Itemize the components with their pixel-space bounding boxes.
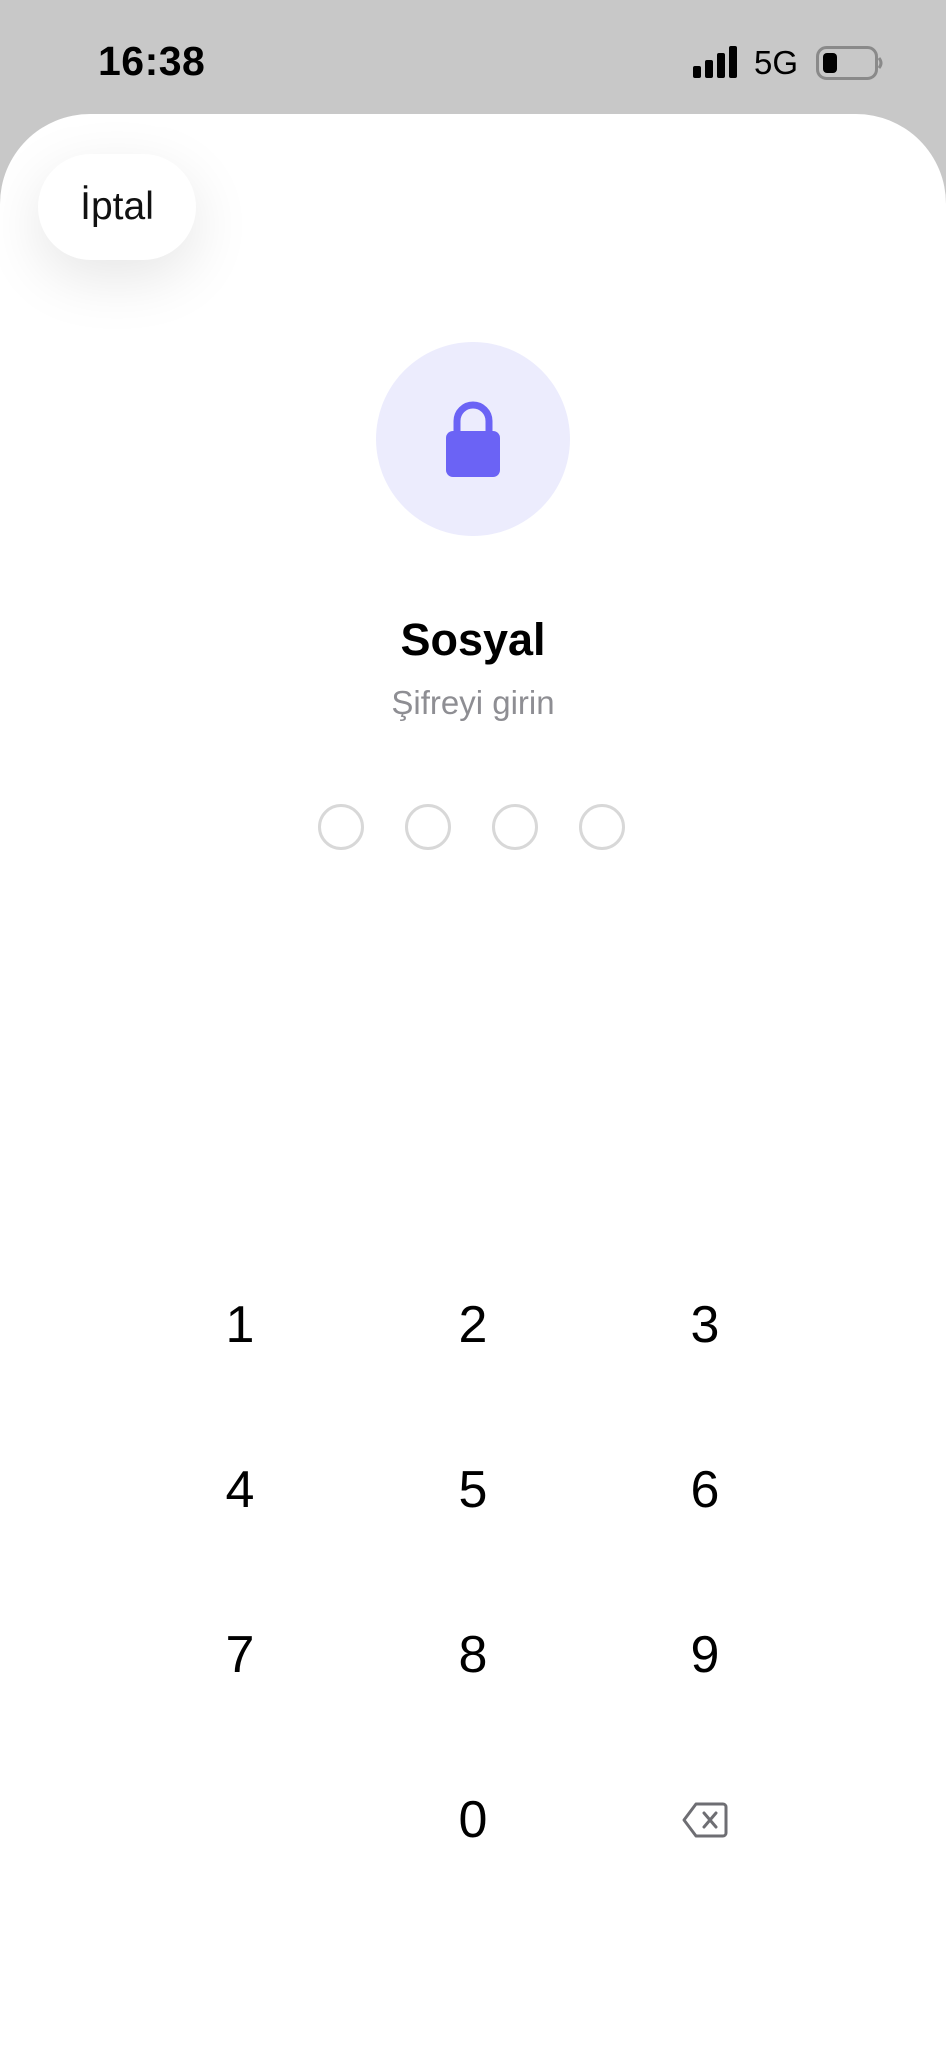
screen: 16:38 5G İptal Sosyal Şifreyi girin 1 2 …	[0, 0, 946, 2048]
pin-indicator	[318, 804, 628, 852]
key-2[interactable]: 2	[383, 1260, 563, 1390]
lock-badge	[376, 342, 570, 536]
battery-low-icon	[816, 46, 883, 80]
pin-dot	[318, 804, 364, 850]
key-6[interactable]: 6	[615, 1425, 795, 1555]
key-7[interactable]: 7	[150, 1590, 330, 1720]
page-title: Sosyal	[400, 614, 546, 665]
delete-key[interactable]	[615, 1755, 795, 1885]
backspace-icon	[682, 1802, 728, 1838]
key-3[interactable]: 3	[615, 1260, 795, 1390]
pin-dot	[405, 804, 451, 850]
cellular-signal-icon	[693, 46, 737, 78]
page-subtitle: Şifreyi girin	[391, 684, 555, 721]
network-type: 5G	[754, 44, 799, 81]
key-1[interactable]: 1	[150, 1260, 330, 1390]
status-time: 16:38	[98, 38, 206, 84]
key-8[interactable]: 8	[383, 1590, 563, 1720]
key-9[interactable]: 9	[615, 1590, 795, 1720]
pin-dot	[579, 804, 625, 850]
lock-icon	[446, 401, 500, 477]
key-5[interactable]: 5	[383, 1425, 563, 1555]
pin-dot	[492, 804, 538, 850]
cancel-button[interactable]: İptal	[38, 154, 196, 260]
passcode-sheet: İptal Sosyal Şifreyi girin 1 2 3 4 5 6 7…	[0, 114, 946, 2048]
status-bar: 16:38 5G	[0, 0, 946, 114]
key-4[interactable]: 4	[150, 1425, 330, 1555]
key-0[interactable]: 0	[383, 1755, 563, 1885]
